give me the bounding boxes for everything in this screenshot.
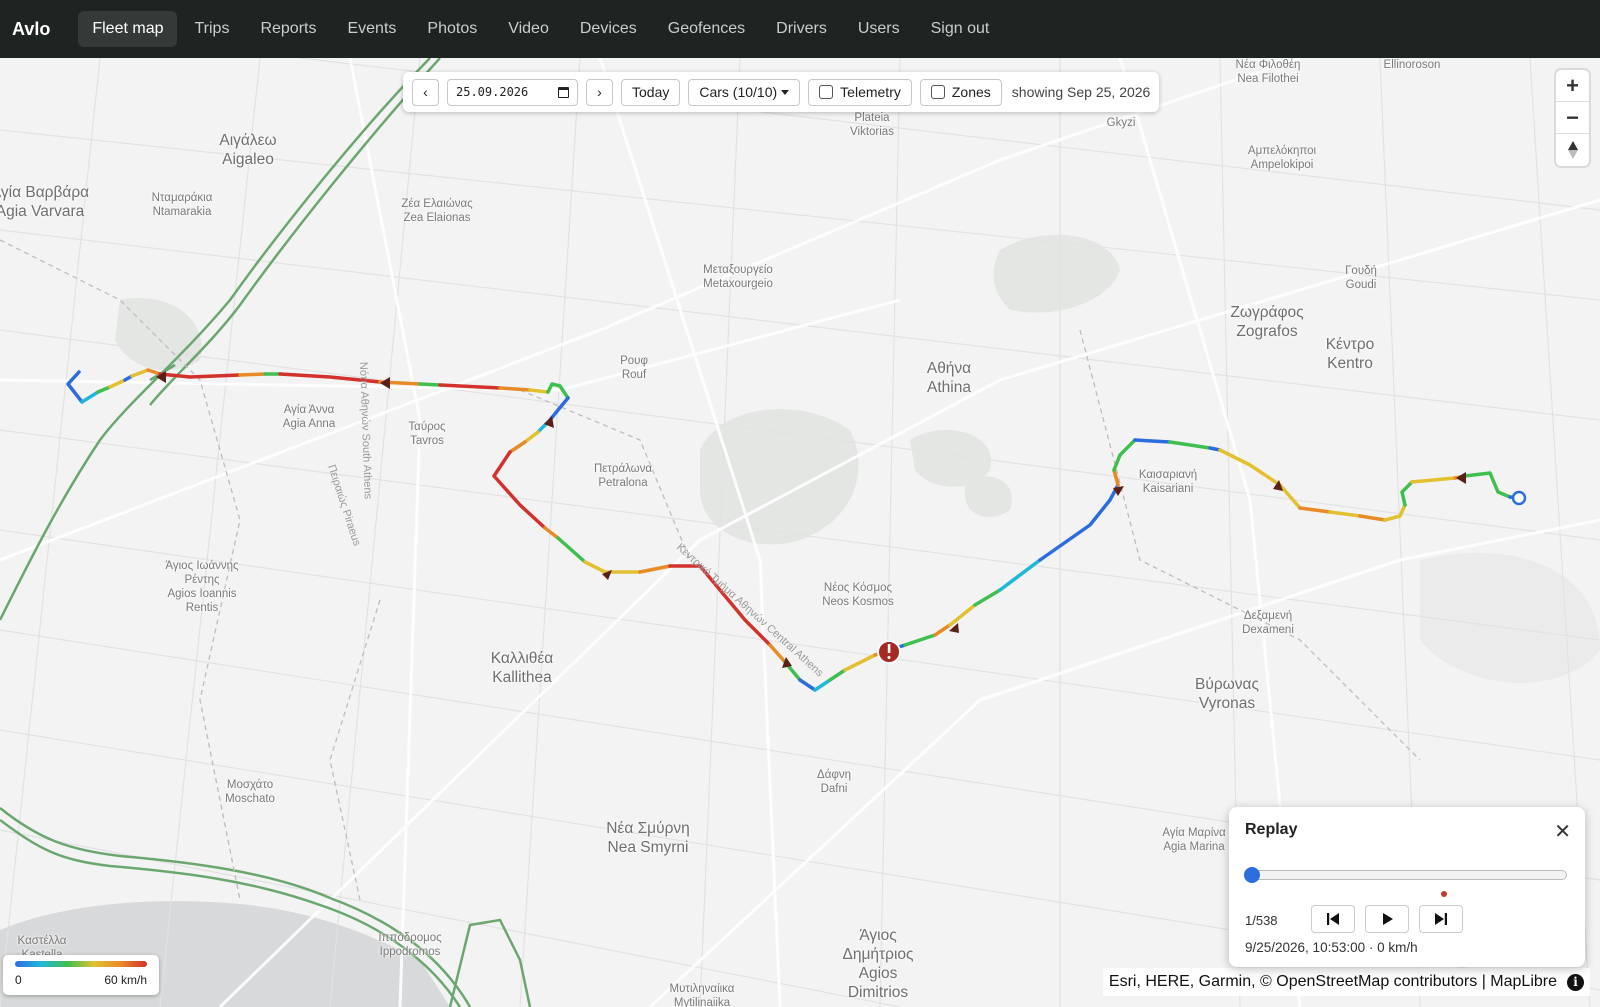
place-agios-ioannis-rentis: Άγιος Ιωάννης Ρέντης Agios Ioannis Rentis [165, 560, 239, 614]
place-zea-elaionas: Ζέα Ελαιώνας Zea Elaionas [401, 198, 473, 224]
nav-users[interactable]: Users [844, 11, 914, 47]
date-value: 25.09.2026 [456, 85, 529, 99]
place-agia-marina: Αγία Μαρίνα Agia Marina [1162, 827, 1226, 853]
zoom-controls: + − [1556, 70, 1589, 166]
place-mytilinaiika: Μυτιληναίικα Mytilinaiika [669, 983, 735, 1007]
top-navbar: Avlo Fleet map Trips Reports Events Phot… [0, 0, 1600, 58]
telemetry-checkbox[interactable] [819, 85, 834, 99]
place-agios-dimitrios: Άγιος Δημήτριος Agios Dimitrios [842, 927, 914, 1001]
place-neos-kosmos: Νέος Κόσμος Neos Kosmos [822, 582, 894, 608]
replay-timestamp: 9/25/2026, 10:53:00 · 0 km/h [1245, 940, 1418, 955]
replay-slider-handle[interactable] [1244, 867, 1260, 883]
place-ampelokipoi: Αμπελόκηποι Ampelokipoi [1247, 145, 1317, 171]
legend-max: 60 km/h [104, 973, 147, 987]
nav-reports[interactable]: Reports [246, 11, 330, 47]
street-label-pireos: Πειραιώς Piraeus [325, 463, 363, 548]
place-dexameni: Δεξαμενή Dexameni [1242, 610, 1294, 636]
nav-devices[interactable]: Devices [566, 11, 651, 47]
skip-forward-icon [1435, 913, 1447, 925]
nav-trips[interactable]: Trips [180, 11, 243, 47]
info-icon[interactable]: i [1567, 973, 1584, 991]
place-kallithea: Καλλιθέα Kallithea [490, 650, 554, 686]
nav-sign-out[interactable]: Sign out [917, 11, 1004, 47]
nav-fleet-map[interactable]: Fleet map [78, 11, 178, 47]
zoom-out-button[interactable]: − [1556, 102, 1589, 134]
map-attribution: Esri, HERE, Garmin, © OpenStreetMap cont… [1102, 968, 1590, 996]
date-input[interactable]: 25.09.2026 [447, 78, 578, 106]
telemetry-label: Telemetry [840, 84, 901, 100]
place-ntamarakia: Νταμαράκια Ntamarakia [151, 192, 213, 218]
zones-label: Zones [951, 84, 991, 100]
replay-counter: 1/538 [1245, 913, 1278, 928]
place-plateia-viktorias: Plateia Viktorias [850, 112, 894, 138]
nav-drivers[interactable]: Drivers [762, 11, 841, 47]
compass-icon [1567, 141, 1578, 159]
place-ellinoroson: Ellinoroson [1383, 59, 1441, 71]
nav-geofences[interactable]: Geofences [654, 11, 759, 47]
map-toolbar: ‹ 25.09.2026 › Today Cars (10/10) Teleme… [403, 72, 1160, 112]
chevron-down-icon [781, 89, 790, 95]
event-marker-dot [1441, 891, 1447, 897]
alert-event-marker [877, 640, 901, 664]
cars-dropdown-label: Cars (10/10) [699, 84, 778, 100]
brand-logo[interactable]: Avlo [12, 19, 50, 40]
place-petralona: Πετράλωνα Petralona [593, 463, 653, 489]
speed-legend: 0 60 km/h [3, 955, 159, 995]
zoom-in-button[interactable]: + [1556, 70, 1589, 102]
close-icon[interactable]: ✕ [1554, 819, 1571, 844]
place-rouf: Ρουφ Rouf [620, 355, 648, 381]
place-kentro: Κέντρο Kentro [1325, 336, 1375, 372]
place-tavros: Ταύρος Tavros [408, 421, 446, 447]
skip-back-button[interactable] [1311, 905, 1355, 933]
place-dafni: Δάφνη Dafni [817, 769, 851, 795]
place-moschato: Μοσχάτο Moschato [225, 779, 275, 805]
play-icon [1383, 913, 1393, 925]
replay-title: Replay [1245, 821, 1298, 838]
place-nea-smyrni: Νέα Σμύρνη Nea Smyrni [606, 820, 690, 856]
place-kaisariani: Καισαριανή Kaisariani [1138, 469, 1198, 495]
place-nea-filothei: Νέα Φιλοθέη Nea Filothei [1235, 59, 1301, 85]
nav-video[interactable]: Video [494, 11, 563, 47]
place-aigaleo: Αιγάλεω Aigaleo [219, 132, 277, 168]
place-goudi: Γουδή Goudi [1345, 265, 1377, 291]
showing-date-text: showing Sep 25, 2026 [1011, 84, 1151, 100]
nav-events[interactable]: Events [333, 11, 410, 47]
skip-forward-button[interactable] [1419, 905, 1463, 933]
today-button[interactable]: Today [621, 78, 681, 106]
calendar-icon[interactable] [558, 86, 569, 98]
place-metaxourgeio: Μεταξουργείο Metaxourgeio [703, 264, 773, 290]
zones-checkbox[interactable] [930, 85, 945, 99]
play-button[interactable] [1365, 905, 1409, 933]
replay-slider[interactable] [1244, 867, 1567, 883]
street-label-kentriki: Κεντρικό Τμήμα Αθηνών Central Athens [674, 541, 826, 679]
place-gkyzi: Gkyzi [1106, 117, 1136, 129]
place-athina: Αθήνα Athina [926, 360, 972, 396]
cars-dropdown[interactable]: Cars (10/10) [688, 78, 801, 106]
attribution-text[interactable]: Esri, HERE, Garmin, © OpenStreetMap cont… [1109, 973, 1557, 991]
telemetry-toggle[interactable]: Telemetry [808, 78, 912, 106]
next-day-button[interactable]: › [586, 78, 613, 106]
prev-day-button[interactable]: ‹ [412, 78, 439, 106]
vehicle-position-marker [1511, 490, 1527, 506]
place-agia-varvara: Αγία Βαρβάρα Agia Varvara [0, 184, 90, 220]
skip-back-icon [1327, 913, 1339, 925]
place-ippodromos: Ιππόδρομος Ippodromos [378, 932, 442, 958]
zones-toggle[interactable]: Zones [919, 78, 1002, 106]
compass-reset-button[interactable] [1556, 134, 1589, 166]
speed-gradient-bar [15, 961, 147, 967]
nav-photos[interactable]: Photos [413, 11, 491, 47]
replay-panel: Replay ✕ 1/538 9/25/2026, 10:53:00 · 0 k… [1229, 807, 1585, 967]
place-agia-anna: Αγία Άννα Agia Anna [282, 404, 336, 430]
legend-min: 0 [15, 973, 22, 987]
place-zografos: Ζωγράφος Zografos [1230, 304, 1304, 340]
place-vyronas: Βύρωνας Vyronas [1195, 676, 1259, 712]
